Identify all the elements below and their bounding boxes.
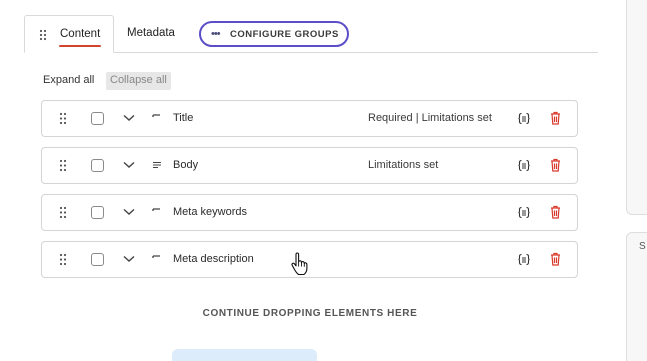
drag-handle-icon[interactable] [59, 159, 67, 172]
drag-handle-icon[interactable] [59, 253, 67, 266]
drop-placeholder[interactable] [172, 349, 317, 361]
side-panel-bottom: S [626, 232, 647, 361]
field-row-body[interactable]: Body Limitations set [41, 147, 578, 184]
drag-handle-icon[interactable] [59, 112, 67, 125]
field-row-meta-keywords[interactable]: Meta keywords [41, 194, 578, 231]
delete-icon[interactable] [550, 205, 561, 219]
short-text-icon [152, 114, 160, 117]
hand-cursor-icon [291, 252, 308, 276]
tab-content-label: Content [60, 28, 101, 40]
row-checkbox[interactable] [91, 112, 104, 125]
chevron-down-icon[interactable] [123, 161, 135, 169]
field-settings-icon[interactable] [518, 159, 530, 172]
tab-bar: Content Metadata ••• CONFIGURE GROUPS [24, 15, 598, 53]
field-name: Body [173, 159, 199, 171]
chevron-down-icon[interactable] [123, 114, 135, 122]
short-text-icon [152, 208, 160, 211]
drag-handle-icon [39, 29, 47, 41]
delete-icon[interactable] [550, 252, 561, 266]
drag-handle-icon[interactable] [59, 206, 67, 219]
tab-content[interactable]: Content [24, 15, 114, 53]
expand-all-button[interactable]: Expand all [43, 74, 94, 86]
chevron-down-icon[interactable] [123, 208, 135, 216]
tab-metadata[interactable]: Metadata [127, 27, 175, 39]
delete-icon[interactable] [550, 158, 561, 172]
more-dots-icon: ••• [211, 28, 221, 40]
drop-zone-label: CONTINUE DROPPING ELEMENTS HERE [202, 308, 418, 319]
long-text-icon [153, 162, 161, 168]
field-info: Required | Limitations set [368, 112, 492, 124]
side-panel-label: S [639, 241, 646, 252]
field-row-title[interactable]: Title Required | Limitations set [41, 100, 578, 137]
field-settings-icon[interactable] [518, 253, 530, 266]
field-info: Limitations set [368, 159, 439, 171]
row-checkbox[interactable] [91, 159, 104, 172]
active-tab-indicator [59, 45, 101, 47]
field-name: Title [173, 112, 194, 124]
configure-groups-button[interactable]: ••• CONFIGURE GROUPS [199, 21, 349, 47]
row-checkbox[interactable] [91, 253, 104, 266]
delete-icon[interactable] [550, 111, 561, 125]
row-checkbox[interactable] [91, 206, 104, 219]
field-settings-icon[interactable] [518, 206, 530, 219]
field-name: Meta keywords [173, 206, 247, 218]
short-text-icon [152, 255, 160, 258]
configure-groups-label: CONFIGURE GROUPS [230, 29, 339, 40]
field-name: Meta description [173, 253, 254, 265]
side-panel-top [626, 0, 647, 215]
collapse-all-button[interactable]: Collapse all [106, 72, 171, 90]
field-settings-icon[interactable] [518, 112, 530, 125]
chevron-down-icon[interactable] [123, 255, 135, 263]
